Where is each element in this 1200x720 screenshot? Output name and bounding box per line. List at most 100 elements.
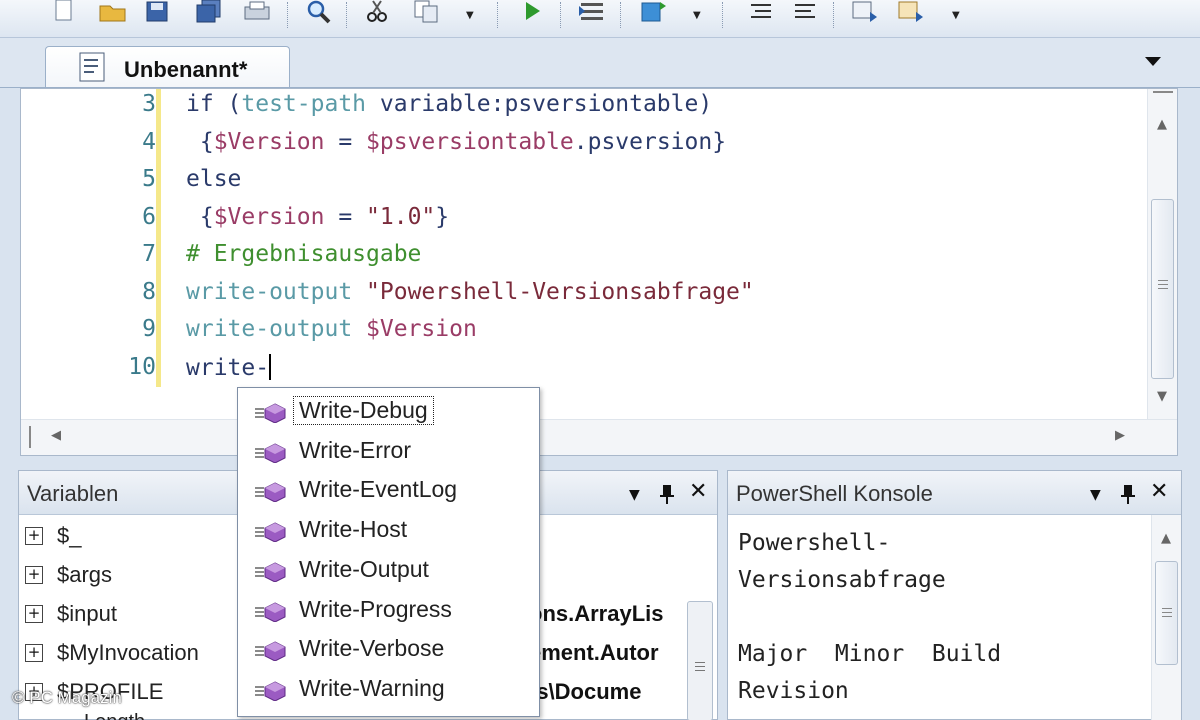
code-line[interactable]: write-output $Version	[186, 316, 477, 342]
console-vertical-scrollbar[interactable]: ▲	[1151, 515, 1181, 720]
toolbar-separator	[346, 2, 347, 28]
toolbar-separator	[722, 2, 723, 28]
tab-title: Unbenannt*	[124, 57, 248, 82]
scroll-top-grip[interactable]	[1153, 91, 1173, 97]
scroll-up-arrow-icon[interactable]: ▲	[1161, 531, 1171, 546]
run-selection-button[interactable]	[575, 0, 609, 32]
code-line[interactable]: if (test-path variable:psversiontable)	[186, 91, 712, 117]
cmdlet-icon	[255, 522, 286, 543]
tab-list-dropdown-icon[interactable]	[1144, 56, 1162, 68]
tab-untitled[interactable]: Unbenannt*	[45, 46, 290, 88]
scroll-right-arrow-icon[interactable]: ▶	[1115, 428, 1125, 443]
show-console-button[interactable]	[894, 0, 928, 32]
open-file-button[interactable]	[96, 0, 130, 32]
cmdlet-icon	[255, 443, 286, 463]
line-number: 8	[142, 278, 156, 305]
close-icon[interactable]: ✕	[689, 479, 707, 504]
variable-child-row[interactable]: Length	[84, 711, 145, 720]
copy-button[interactable]	[410, 0, 444, 32]
toolbar-separator	[560, 2, 561, 28]
expand-plus-icon[interactable]: +	[25, 644, 43, 662]
chevron-down-icon[interactable]: ▼	[693, 10, 701, 21]
intellisense-popup: Write-Debug Write-Error Write-EventLog Writ…	[237, 387, 540, 717]
debug-button[interactable]	[636, 0, 670, 32]
intellisense-item[interactable]: Write-Host	[246, 513, 534, 551]
code-token: =	[324, 128, 367, 155]
scroll-down-arrow-icon[interactable]: ▼	[1157, 389, 1167, 404]
variables-scroll-thumb[interactable]	[687, 601, 713, 720]
toolbar-separator	[497, 2, 498, 28]
chevron-down-icon[interactable]: ▼	[466, 10, 474, 21]
line-number: 6	[142, 203, 156, 230]
intellisense-item[interactable]: Write-EventLog	[246, 473, 534, 511]
save-all-button[interactable]	[192, 0, 226, 32]
scroll-left-arrow-icon[interactable]: ◀	[51, 428, 61, 443]
variable-value: ement.Autor	[529, 640, 659, 665]
find-button[interactable]	[302, 0, 336, 32]
intellisense-item-label: Write-Error	[299, 436, 412, 463]
editor-horizontal-scrollbar[interactable]: ◀ ▶	[21, 419, 1177, 455]
cmdlet-icon	[255, 482, 286, 503]
code-token: "1.0"	[366, 203, 436, 230]
intellisense-item[interactable]: Write-Error	[246, 434, 534, 472]
code-token: =	[324, 203, 367, 230]
line-number: 3	[142, 91, 156, 117]
code-line[interactable]: {$Version = "1.0"}	[186, 204, 449, 230]
code-line[interactable]: else	[186, 166, 241, 192]
new-file-icon	[55, 0, 72, 21]
save-button[interactable]	[140, 0, 174, 32]
code-token: {	[186, 203, 214, 230]
outdent-button[interactable]	[788, 0, 822, 32]
chevron-down-icon[interactable]: ▼	[952, 10, 960, 21]
intellisense-item[interactable]: Write-Warning	[246, 672, 534, 710]
save-icon	[146, 1, 168, 22]
scroll-left-grip[interactable]	[29, 426, 39, 448]
indent-button[interactable]	[744, 0, 778, 32]
code-line[interactable]: write-	[186, 353, 272, 381]
intellisense-item[interactable]: Write-Output	[246, 553, 534, 591]
intellisense-item[interactable]: Write-Verbose	[246, 632, 534, 670]
print-button[interactable]	[240, 0, 274, 32]
editor-scroll-thumb[interactable]	[1151, 199, 1174, 379]
debug-step-icon	[641, 2, 666, 22]
code-token: .psversion}	[573, 128, 727, 155]
line-number: 4	[142, 128, 156, 155]
code-line[interactable]: {$Version = $psversiontable.psversion}	[186, 129, 726, 155]
expand-plus-icon[interactable]: +	[25, 566, 43, 584]
code-token: write-output	[186, 316, 353, 342]
console-output[interactable]: Powershell- Versionsabfrage Major Minor …	[738, 525, 1001, 710]
pin-icon[interactable]	[1120, 483, 1136, 505]
editor-vertical-scrollbar[interactable]: ▲ ▼	[1147, 89, 1177, 419]
code-token: else	[186, 166, 242, 192]
intellisense-item-label: Write-EventLog	[299, 476, 458, 503]
save-all-icon	[196, 0, 221, 23]
code-line[interactable]: # Ergebnisausgabe	[186, 241, 421, 267]
pin-icon[interactable]	[659, 483, 675, 505]
script-editor[interactable]: 3 4 5 6 7 8 9 10 if (test-path variable:psversi…	[20, 88, 1178, 456]
chevron-down-icon[interactable]: ▼	[1090, 487, 1101, 503]
expand-plus-icon[interactable]: +	[25, 605, 43, 623]
code-line[interactable]: write-output "Powershell-Versionsabfrage…	[186, 279, 754, 305]
line-number: 9	[142, 316, 156, 342]
intellisense-item[interactable]: Write-Debug	[246, 394, 534, 432]
console-panel-header: PowerShell Konsole ▼ ✕	[728, 471, 1181, 515]
scroll-up-arrow-icon[interactable]: ▲	[1157, 117, 1167, 132]
variable-value: ts\Docume	[529, 679, 642, 704]
show-script-pane-button[interactable]	[848, 0, 882, 32]
code-token: variable:psversiontable)	[366, 91, 713, 117]
toolbar-separator	[833, 2, 834, 28]
run-button[interactable]	[515, 0, 549, 32]
close-icon[interactable]: ✕	[1150, 479, 1168, 504]
toolbar: ▼ ▼ ▼	[0, 0, 1200, 38]
text-caret	[269, 353, 272, 380]
new-file-button[interactable]	[46, 0, 80, 32]
intellisense-item[interactable]: Write-Progress	[246, 593, 534, 631]
code-token: $Version	[213, 203, 325, 230]
cmdlet-icon	[255, 562, 286, 582]
intellisense-item-label: Write-Progress	[299, 595, 452, 622]
cut-button[interactable]	[360, 0, 394, 32]
expand-plus-icon[interactable]: +	[25, 527, 43, 545]
chevron-down-icon[interactable]: ▼	[629, 487, 640, 503]
console-scroll-thumb[interactable]	[1155, 561, 1178, 665]
